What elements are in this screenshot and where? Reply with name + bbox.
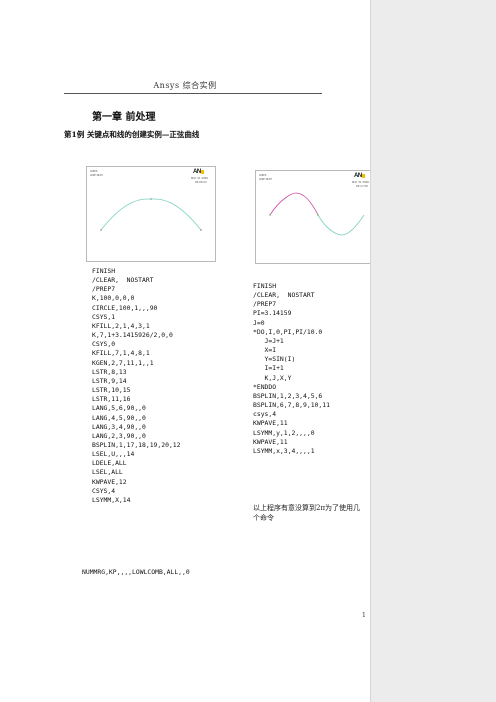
program-note: 以上程序有意没算到2π为了使用几个命令	[253, 504, 361, 522]
comment-sidebar	[370, 0, 496, 702]
apdl-code-left-last-line: NUMMRG,KP,,,,LOWLCOMB,ALL,,0	[82, 568, 190, 576]
figure-2-curve	[269, 192, 365, 236]
example-title: 第1例 关键点和线的创建实例—正弦曲线	[64, 130, 200, 139]
figure-2-sine-plot: LINES LINE NUM AN MAY 31 2006 09:17:58	[255, 170, 377, 264]
document-page: Ansys 综合实例 第一章 前处理 第1例 关键点和线的创建实例—正弦曲线 L…	[0, 0, 377, 702]
apdl-code-left: FINISH /CLEAR, NOSTART /PREP7 K,100,0,0,…	[92, 267, 181, 504]
figure-1-curve	[100, 198, 202, 231]
apdl-code-right: FINISH /CLEAR, NOSTART /PREP7 PI=3.14159…	[253, 282, 330, 455]
figure-1-arc-plot: LINES LINE NUM AN MAY 31 2006 09:06:23	[86, 166, 216, 262]
page-header: Ansys 综合实例	[153, 81, 217, 90]
chapter-title: 第一章 前处理	[92, 112, 156, 123]
page-number: 1	[362, 612, 366, 619]
header-divider	[64, 93, 322, 94]
